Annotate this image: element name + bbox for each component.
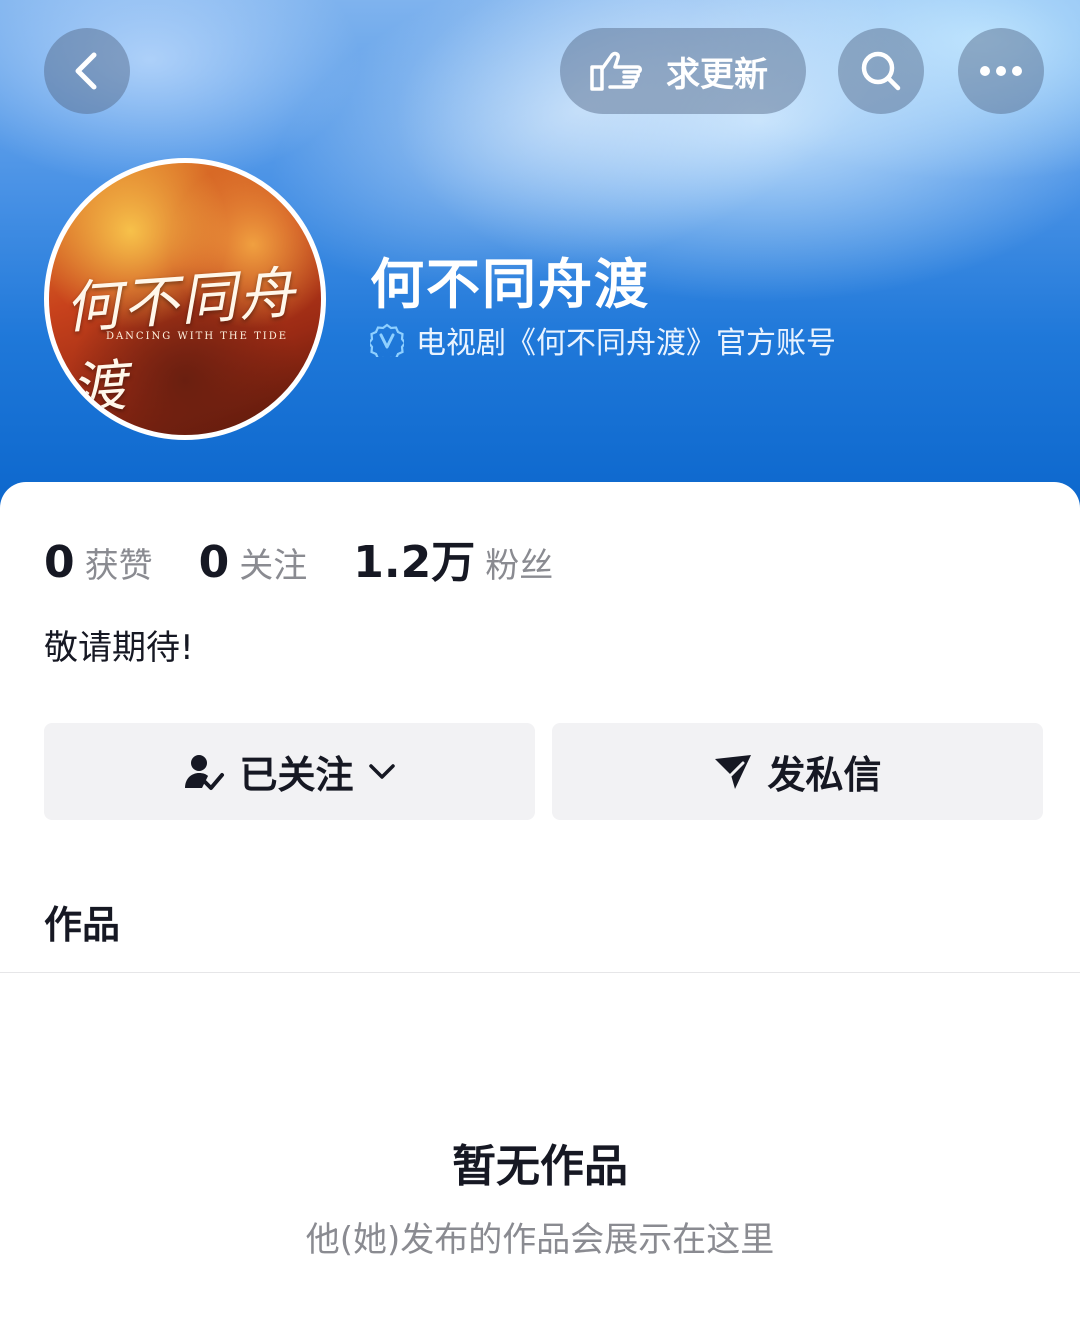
- stat-likes[interactable]: 0 获赞: [44, 537, 153, 588]
- profile-banner: 求更新 何不同舟渡 DANCING WITH THE TIDE 何不同舟渡 电视…: [0, 0, 1080, 520]
- stat-label: 粉丝: [485, 546, 554, 586]
- user-check-icon: [185, 754, 225, 790]
- followed-button[interactable]: 已关注: [44, 723, 535, 820]
- profile-stats: 0 获赞 0 关注 1.2万 粉丝: [44, 526, 599, 590]
- profile-bio: 敬请期待!: [44, 628, 194, 668]
- stat-following[interactable]: 0 关注: [199, 537, 308, 588]
- tab-divider: [0, 972, 1080, 973]
- send-message-button[interactable]: 发私信: [552, 723, 1043, 820]
- search-button[interactable]: [838, 28, 924, 114]
- send-message-label: 发私信: [767, 753, 882, 797]
- pointing-hand-icon: [590, 51, 642, 91]
- followed-label: 已关注: [239, 753, 354, 797]
- stat-value: 1.2万: [353, 537, 476, 588]
- back-button[interactable]: [44, 28, 130, 114]
- avatar[interactable]: 何不同舟渡 DANCING WITH THE TIDE: [44, 158, 326, 440]
- more-options-button[interactable]: [958, 28, 1044, 114]
- stat-followers[interactable]: 1.2万 粉丝: [353, 526, 553, 590]
- request-update-button[interactable]: 求更新: [560, 28, 806, 114]
- chevron-down-icon: [368, 763, 395, 779]
- stat-value: 0: [198, 537, 230, 588]
- more-dots-icon: [980, 66, 1022, 76]
- empty-state-description: 他(她)发布的作品会展示在这里: [305, 1220, 775, 1260]
- account-name: 何不同舟渡: [370, 253, 650, 316]
- request-update-label: 求更新: [666, 54, 768, 95]
- stat-value: 0: [44, 537, 75, 588]
- profile-content: 0 获赞 0 关注 1.2万 粉丝 敬请期待! 已关注 发私信 作品 暂无作品 …: [0, 482, 1080, 1322]
- verification-info: 电视剧《何不同舟渡》官方账号: [370, 318, 836, 362]
- stat-label: 关注: [239, 546, 308, 586]
- tab-works[interactable]: 作品: [44, 894, 120, 949]
- stat-label: 获赞: [84, 546, 153, 586]
- avatar-subtitle-text: DANCING WITH THE TIDE: [105, 331, 289, 342]
- chevron-left-icon: [75, 52, 97, 90]
- search-icon: [861, 51, 901, 91]
- send-icon: [715, 754, 752, 789]
- verification-text: 电视剧《何不同舟渡》官方账号: [416, 326, 836, 361]
- verified-badge-icon: [370, 323, 404, 357]
- empty-state-title: 暂无作品: [452, 1141, 628, 1192]
